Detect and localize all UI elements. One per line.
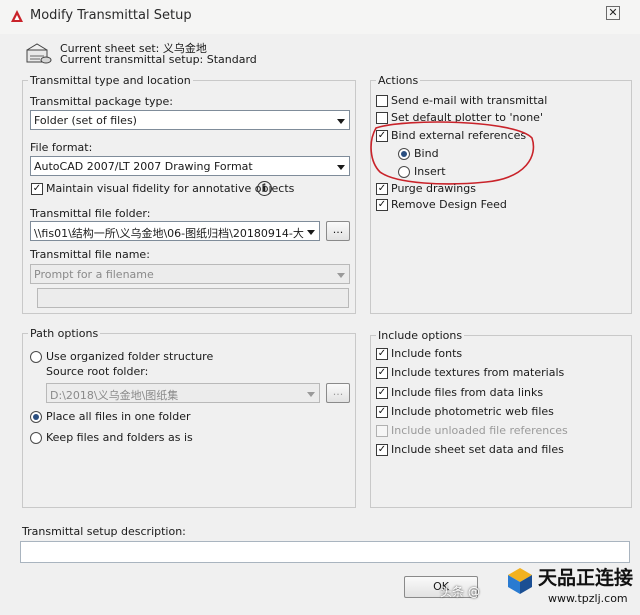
place-all-radio[interactable] <box>30 411 42 423</box>
purge-label: Purge drawings <box>391 182 476 195</box>
filename-value: Prompt for a filename <box>34 268 154 281</box>
include-textures-label: Include textures from materials <box>391 366 565 379</box>
folder-value: \\fis01\结构一所\义乌金地\06-图纸归档\20180914-大 <box>34 227 304 240</box>
include-fonts-checkbox[interactable]: ✓ <box>376 348 388 360</box>
filename-input[interactable] <box>37 288 349 308</box>
current-transmittal-setup: Current transmittal setup: Standard <box>60 53 257 66</box>
chevron-down-icon <box>337 165 345 170</box>
chevron-down-icon <box>307 392 315 397</box>
include-options-legend: Include options <box>376 329 465 342</box>
remove-design-feed-label: Remove Design Feed <box>391 198 507 211</box>
place-all-label: Place all files in one folder <box>46 410 191 423</box>
send-email-checkbox[interactable] <box>376 95 388 107</box>
send-email-label: Send e-mail with transmittal <box>391 94 548 107</box>
watermark-logo-icon <box>508 568 532 594</box>
keep-files-radio[interactable] <box>30 432 42 444</box>
watermark-brand: 天品正连接 <box>538 567 634 589</box>
watermark-url: www.tpzlj.com <box>548 592 628 605</box>
include-data-links-label: Include files from data links <box>391 386 544 399</box>
close-button[interactable]: ✕ <box>606 6 620 20</box>
use-organized-label: Use organized folder structure <box>46 350 214 363</box>
chevron-down-icon <box>307 230 315 235</box>
chevron-down-icon <box>337 119 345 124</box>
window-title: Modify Transmittal Setup <box>30 8 192 23</box>
use-organized-radio[interactable] <box>30 351 42 363</box>
filename-dropdown[interactable]: Prompt for a filename <box>30 264 350 284</box>
package-type-label: Transmittal package type: <box>30 95 173 108</box>
folder-dropdown[interactable]: \\fis01\结构一所\义乌金地\06-图纸归档\20180914-大 <box>30 221 320 241</box>
include-textures-checkbox[interactable]: ✓ <box>376 367 388 379</box>
source-root-browse-button[interactable]: ... <box>326 383 350 403</box>
keep-files-label: Keep files and folders as is <box>46 431 193 444</box>
source-root-label: Source root folder: <box>46 365 149 378</box>
include-data-links-checkbox[interactable]: ✓ <box>376 387 388 399</box>
include-sheet-set-label: Include sheet set data and files <box>391 443 564 456</box>
remove-design-feed-checkbox[interactable]: ✓ <box>376 199 388 211</box>
path-options-legend: Path options <box>28 327 101 340</box>
include-photometric-checkbox[interactable]: ✓ <box>376 406 388 418</box>
maintain-fidelity-checkbox[interactable]: ✓ <box>31 183 43 195</box>
description-input[interactable] <box>20 541 630 563</box>
include-fonts-label: Include fonts <box>391 347 463 360</box>
package-type-dropdown[interactable]: Folder (set of files) <box>30 110 350 130</box>
include-options-group <box>370 335 632 508</box>
folder-label: Transmittal file folder: <box>30 207 151 220</box>
filename-label: Transmittal file name: <box>30 248 150 261</box>
file-format-value: AutoCAD 2007/LT 2007 Drawing Format <box>34 160 253 173</box>
info-icon[interactable]: i <box>257 181 272 196</box>
file-format-dropdown[interactable]: AutoCAD 2007/LT 2007 Drawing Format <box>30 156 350 176</box>
transmittal-package-icon <box>26 43 52 64</box>
include-photometric-label: Include photometric web files <box>391 405 554 418</box>
source-root-value: D:\2018\义乌金地\图纸集 <box>50 389 179 402</box>
include-sheet-set-checkbox[interactable]: ✓ <box>376 444 388 456</box>
purge-checkbox[interactable]: ✓ <box>376 183 388 195</box>
file-format-label: File format: <box>30 141 93 154</box>
actions-legend: Actions <box>376 74 421 87</box>
title-bar: Modify Transmittal Setup ✕ <box>0 0 640 34</box>
watermark-source: 头条 @ <box>440 585 480 599</box>
description-label: Transmittal setup description: <box>22 525 186 538</box>
autocad-logo-icon <box>11 10 23 22</box>
package-type-value: Folder (set of files) <box>34 114 137 127</box>
include-unloaded-label: Include unloaded file references <box>391 424 568 437</box>
annotation-circle <box>370 121 535 185</box>
chevron-down-icon <box>337 273 345 278</box>
folder-browse-button[interactable]: ... <box>326 221 350 241</box>
source-root-dropdown[interactable]: D:\2018\义乌金地\图纸集 <box>46 383 320 403</box>
include-unloaded-checkbox[interactable] <box>376 425 388 437</box>
type-location-legend: Transmittal type and location <box>28 74 193 87</box>
